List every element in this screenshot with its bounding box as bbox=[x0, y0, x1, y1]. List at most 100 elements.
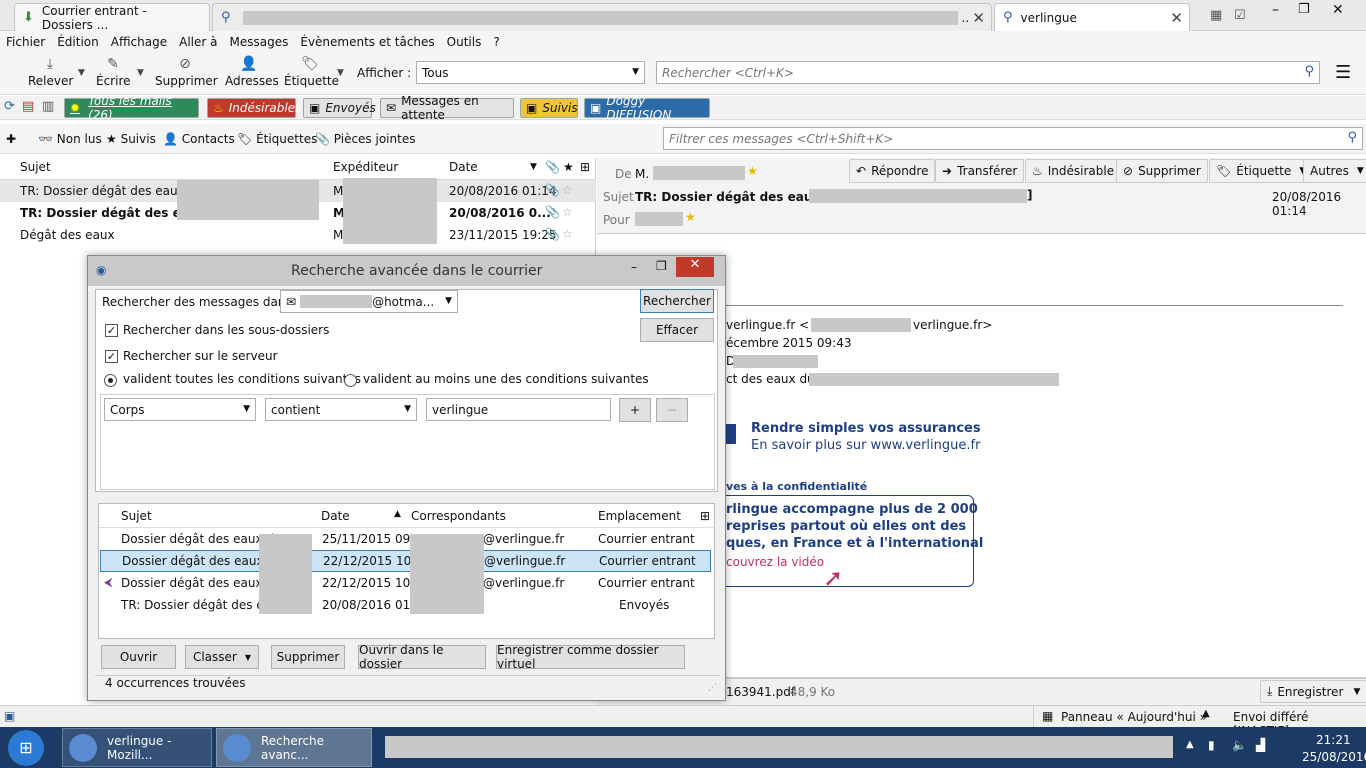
chevron-down-icon[interactable]: ▼ bbox=[337, 68, 344, 78]
filter-messages-input[interactable]: Filtrer ces messages <Ctrl+Shift+K> ⚲ bbox=[663, 127, 1363, 150]
table-row[interactable]: Dégât des eaux M 23/11/2015 19:25 📎 ☆ bbox=[0, 224, 596, 246]
enregistrer-button[interactable]: ⤓ Enregistrer ▼ bbox=[1260, 680, 1366, 703]
classer-button[interactable]: Classer ▼ bbox=[185, 645, 259, 669]
menu-fichier[interactable]: Fichier bbox=[6, 35, 45, 49]
supprimer-button[interactable]: ⊘ Supprimer bbox=[155, 56, 218, 92]
star-icon[interactable]: ☆ bbox=[562, 227, 573, 241]
filter-etiquettes[interactable]: 🏷 Étiquettes bbox=[237, 132, 317, 146]
column-picker-icon[interactable]: ⊞ bbox=[580, 160, 590, 174]
pin-icon[interactable]: ✚ bbox=[6, 132, 16, 146]
filter-contacts[interactable]: 👤 Contacts bbox=[163, 132, 235, 146]
col-correspondants[interactable]: Correspondants bbox=[411, 509, 506, 523]
close-dialog-button[interactable]: ✕ bbox=[676, 257, 714, 277]
afficher-select[interactable]: Tous ▼ bbox=[416, 61, 645, 84]
minimize-button[interactable]: – bbox=[1272, 2, 1279, 18]
effacer-button[interactable]: Effacer bbox=[640, 318, 714, 342]
volume-icon[interactable]: 🔈 bbox=[1232, 738, 1247, 752]
relever-button[interactable]: ⤓ Relever bbox=[28, 56, 73, 92]
account-select[interactable]: ✉ @hotma... ▼ bbox=[280, 290, 458, 313]
tab-inbox[interactable]: ⬇ Courrier entrant - Dossiers ... bbox=[14, 3, 210, 32]
table-row[interactable]: ⮜ Dossier dégât des eaux du 22/12/2015 1… bbox=[100, 572, 711, 594]
column-picker-icon[interactable]: ⊞ bbox=[700, 509, 710, 523]
menu-outils[interactable]: Outils bbox=[447, 35, 482, 49]
start-button[interactable]: ⊞ bbox=[8, 730, 44, 766]
autres-button[interactable]: Autres ▼ bbox=[1303, 159, 1366, 183]
menu-messages[interactable]: Messages bbox=[230, 35, 289, 49]
operator-select[interactable]: contient ▼ bbox=[265, 398, 417, 421]
star-icon[interactable]: ★ bbox=[563, 160, 574, 174]
table-row[interactable]: TR: Dossier dégât des eaux 20/08/2016 01… bbox=[100, 594, 711, 616]
network-signal-icon[interactable]: ▟ bbox=[1256, 738, 1265, 752]
close-window-button[interactable]: ✕ bbox=[1332, 2, 1344, 18]
folder-icon[interactable]: ▥ bbox=[42, 99, 54, 114]
any-condition-radio[interactable] bbox=[344, 374, 357, 387]
attachment-icon[interactable]: 📎 bbox=[545, 160, 560, 174]
col-date[interactable]: Date bbox=[449, 160, 478, 174]
close-tab-icon[interactable]: ✕ bbox=[972, 9, 985, 27]
rechercher-button[interactable]: Rechercher bbox=[640, 289, 714, 313]
clock-date[interactable]: 25/08/2016 bbox=[1302, 750, 1366, 764]
calendar-icon[interactable]: ▦ bbox=[1210, 8, 1222, 23]
menu-edition[interactable]: Édition bbox=[57, 35, 99, 49]
table-row[interactable]: Dossier dégât des eaux du 25/11/2015 09.… bbox=[100, 528, 711, 550]
today-pane-toggle[interactable]: ▦ Panneau « Aujourd'hui » ▲ bbox=[1033, 706, 1219, 727]
col-sujet[interactable]: Sujet bbox=[121, 509, 152, 523]
subfolders-checkbox[interactable]: ✓ bbox=[105, 324, 118, 337]
filter-pieces-jointes[interactable]: 📎 Pièces jointes bbox=[315, 132, 415, 146]
col-sujet[interactable]: Sujet bbox=[20, 160, 51, 174]
tab-search[interactable]: ⚲ .. ✕ bbox=[212, 3, 992, 31]
video-link[interactable]: couvrez la vidéo bbox=[726, 555, 824, 569]
col-date[interactable]: Date bbox=[321, 509, 350, 523]
supprimer-button[interactable]: Supprimer bbox=[271, 645, 345, 669]
menu-aller[interactable]: Aller à bbox=[179, 35, 217, 49]
folder-indesirables[interactable]: ♨ Indésirables bbox=[207, 98, 301, 118]
remove-condition-button[interactable]: − bbox=[656, 398, 688, 422]
global-search-input[interactable]: Rechercher <Ctrl+K> ⚲ bbox=[656, 61, 1320, 84]
chevron-down-icon[interactable]: ▼ bbox=[137, 68, 144, 78]
table-row[interactable]: Dossier dégât des eaux du 22/12/2015 10.… bbox=[100, 550, 711, 572]
star-icon[interactable]: ☆ bbox=[562, 205, 573, 219]
transferer-button[interactable]: ➜ Transférer bbox=[935, 159, 1025, 183]
network-icon[interactable]: ▣ bbox=[4, 709, 15, 723]
task-verlingue[interactable]: verlingue - Mozill... bbox=[62, 728, 212, 767]
close-tab-icon[interactable]: ✕ bbox=[1170, 9, 1183, 27]
ouvrir-dossier-button[interactable]: Ouvrir dans le dossier bbox=[358, 643, 486, 671]
server-checkbox[interactable]: ✓ bbox=[105, 350, 118, 363]
de-value[interactable]: M. bbox=[635, 167, 649, 181]
etiquette-button[interactable]: 🏷 Étiquette bbox=[284, 56, 339, 92]
add-condition-button[interactable]: + bbox=[619, 398, 651, 422]
dossier-virtuel-button[interactable]: Enregistrer comme dossier virtuel bbox=[496, 643, 685, 671]
folder-tous-les-mails[interactable]: ✹ Tous les mails (26) bbox=[64, 94, 199, 122]
folder-envoyes[interactable]: ▣ Envoyés bbox=[303, 98, 376, 118]
value-input[interactable]: verlingue bbox=[426, 398, 611, 421]
filter-suivis[interactable]: ★ Suivis bbox=[106, 132, 156, 146]
folder-doggy-diffusion[interactable]: ▣ Doggy DIFFUSION bbox=[584, 94, 710, 122]
col-expediteur[interactable]: Expéditeur bbox=[333, 160, 398, 174]
clock-time[interactable]: 21:21 bbox=[1316, 733, 1351, 747]
maximize-button[interactable]: ❐ bbox=[656, 259, 667, 273]
field-select[interactable]: Corps ▼ bbox=[104, 398, 256, 421]
supprimer-message-button[interactable]: ⊘ Supprimer bbox=[1116, 159, 1208, 183]
address-icon[interactable]: ▤ bbox=[22, 99, 34, 114]
menu-aide[interactable]: ? bbox=[493, 35, 499, 49]
folder-messages-attente[interactable]: ✉ Messages en attente bbox=[380, 94, 514, 122]
tab-verlingue[interactable]: ⚲ verlingue ✕ bbox=[994, 3, 1190, 31]
filter-non-lus[interactable]: 👓 Non lus bbox=[38, 132, 102, 146]
ouvrir-button[interactable]: Ouvrir bbox=[101, 645, 176, 669]
folder-suivis[interactable]: ▣ Suivis bbox=[520, 98, 578, 118]
sync-icon[interactable]: ⟳ bbox=[4, 99, 15, 114]
tasks-icon[interactable]: ☑ bbox=[1234, 8, 1246, 23]
maximize-button[interactable]: ❐ bbox=[1298, 2, 1310, 17]
star-icon[interactable]: ★ bbox=[747, 164, 758, 178]
menu-evenements[interactable]: Évènements et tâches bbox=[300, 35, 434, 49]
all-conditions-radio[interactable] bbox=[104, 374, 117, 387]
task-recherche[interactable]: Recherche avanc... bbox=[216, 728, 372, 767]
ecrire-button[interactable]: ✎ Écrire bbox=[96, 56, 131, 92]
hamburger-menu-icon[interactable]: ☰ bbox=[1335, 62, 1351, 83]
star-icon[interactable]: ★ bbox=[685, 210, 696, 224]
resize-grip-icon[interactable]: ⋰ bbox=[708, 683, 717, 693]
star-icon[interactable]: ☆ bbox=[562, 183, 573, 197]
indesirable-button[interactable]: ♨ Indésirable bbox=[1025, 159, 1122, 183]
etiquette-message-button[interactable]: 🏷Étiquette▼ bbox=[1209, 159, 1314, 183]
battery-icon[interactable]: ▮ bbox=[1208, 738, 1215, 752]
